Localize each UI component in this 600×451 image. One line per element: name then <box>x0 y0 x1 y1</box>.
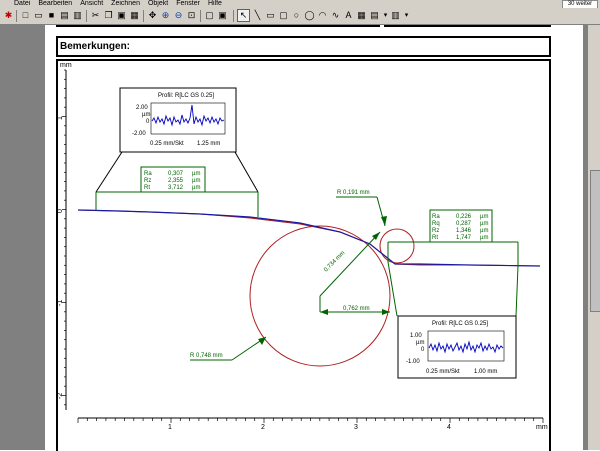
left-inset-y-max: 2.00 <box>136 105 148 111</box>
y-tick-label: -1 <box>57 300 64 306</box>
right-inset-y-unit: µm <box>416 340 424 346</box>
y-axis-unit: mm <box>60 62 72 69</box>
param-value: 0,226 <box>456 214 472 220</box>
left-inset-title: Profil: R[LC GS 0.25] <box>158 93 214 99</box>
small-radius-circle <box>379 228 415 264</box>
contour-chart: mm mm 1 0 -1 -2 1 2 3 4 Profil: R[LC GS … <box>57 62 548 431</box>
param-name: Ra <box>432 214 440 220</box>
large-radius-label: R 0,748 mm <box>190 353 223 359</box>
param-unit: µm <box>480 228 488 234</box>
param-unit: µm <box>192 185 200 191</box>
small-radius-label: R 0,191 mm <box>337 190 370 196</box>
y-tick-label: -2 <box>57 393 64 399</box>
large-radius-dimension <box>190 231 390 361</box>
x-tick-label: 1 <box>168 424 172 431</box>
x-axis-unit: mm <box>536 424 548 431</box>
x-tick-label: 2 <box>261 424 265 431</box>
x-tick-label: 3 <box>354 424 358 431</box>
horizontal-dimension-label: 0,762 mm <box>343 306 370 312</box>
right-measuring-span <box>387 241 519 317</box>
left-inset-scale: 0.25 mm/Skt <box>150 141 184 147</box>
left-inset-y-min: -2.00 <box>132 131 146 137</box>
right-inset-y-min: -1.00 <box>406 359 420 365</box>
small-radius-leader <box>336 196 387 227</box>
param-name: Ra <box>144 171 152 177</box>
param-value: 1,346 <box>456 228 472 234</box>
left-inset-y-unit: µm <box>142 112 150 118</box>
param-name: Rz <box>432 228 439 234</box>
y-tick-label: 0 <box>57 209 64 213</box>
param-unit: µm <box>480 235 488 241</box>
right-inset-title: Profil: R[LC GS 0.25] <box>432 321 488 327</box>
diagonal-dimension-label: 0,734 mm <box>323 250 346 273</box>
right-profile-inset: Profil: R[LC GS 0.25] 1.00 µm 0 -1.00 0.… <box>397 315 517 379</box>
param-unit: µm <box>480 214 488 220</box>
param-name: Rz <box>144 178 151 184</box>
param-value: 0,307 <box>168 171 184 177</box>
left-inset-length: 1.25 mm <box>197 141 220 147</box>
y-tick-label: 1 <box>57 116 64 120</box>
param-unit: µm <box>192 171 200 177</box>
param-value: 1,747 <box>456 235 472 241</box>
right-inset-scale: 0.25 mm/Skt <box>426 369 460 375</box>
right-inset-y-max: 1.00 <box>410 333 422 339</box>
x-tick-label: 4 <box>447 424 451 431</box>
param-name: Rt <box>144 185 150 191</box>
param-unit: µm <box>480 221 488 227</box>
param-name: Rq <box>432 221 440 227</box>
param-name: Rt <box>432 235 438 241</box>
param-value: 3,712 <box>168 185 184 191</box>
param-value: 0,287 <box>456 221 472 227</box>
right-inset-length: 1.00 mm <box>474 369 497 375</box>
param-value: 2,355 <box>168 178 184 184</box>
param-unit: µm <box>192 178 200 184</box>
